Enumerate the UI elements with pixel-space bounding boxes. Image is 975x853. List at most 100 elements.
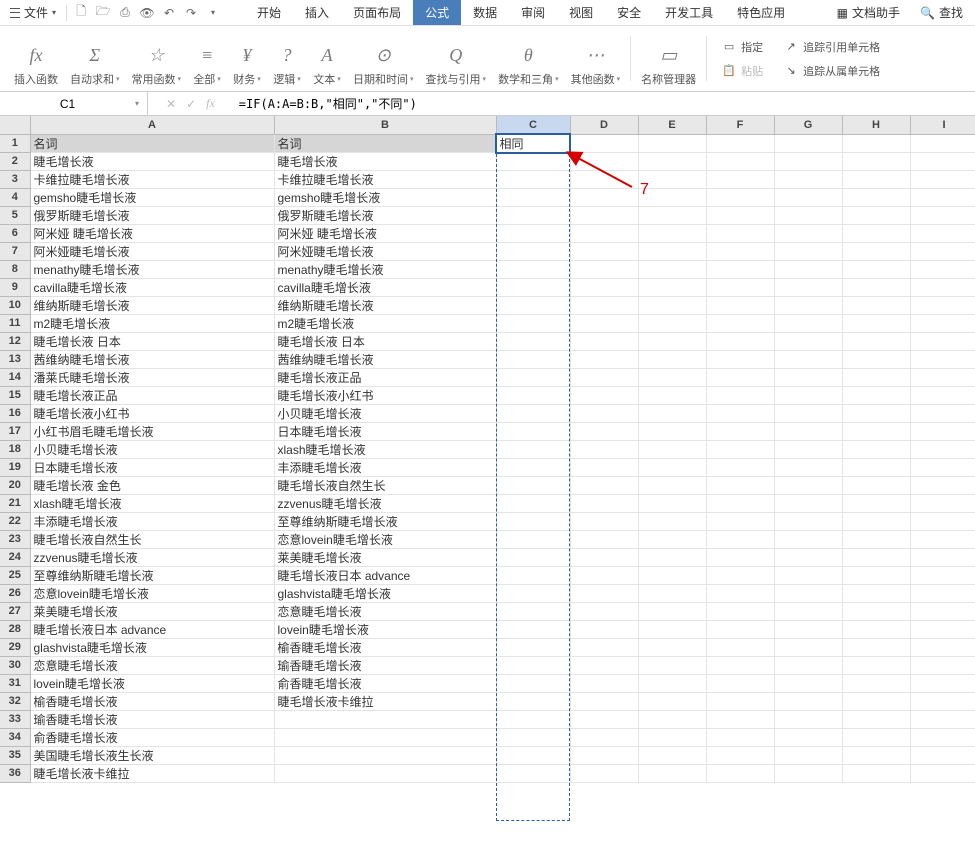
cell-F3[interactable] bbox=[706, 170, 774, 188]
cell-B24[interactable]: 莱美睫毛增长液 bbox=[274, 548, 496, 566]
cell-A22[interactable]: 丰添睫毛增长液 bbox=[30, 512, 274, 530]
cell-G11[interactable] bbox=[774, 314, 842, 332]
cell-A12[interactable]: 睫毛增长液 日本 bbox=[30, 332, 274, 350]
cell-B35[interactable] bbox=[274, 746, 496, 764]
cell-E10[interactable] bbox=[638, 296, 706, 314]
cell-I27[interactable] bbox=[910, 602, 975, 620]
name-box[interactable]: ▾ bbox=[0, 92, 148, 115]
cell-H8[interactable] bbox=[842, 260, 910, 278]
cell-A32[interactable]: 榆香睫毛增长液 bbox=[30, 692, 274, 710]
tab-3[interactable]: 公式 bbox=[413, 0, 461, 25]
cell-C4[interactable] bbox=[496, 188, 570, 206]
cell-G8[interactable] bbox=[774, 260, 842, 278]
cell-D22[interactable] bbox=[570, 512, 638, 530]
cell-I6[interactable] bbox=[910, 224, 975, 242]
cell-C32[interactable] bbox=[496, 692, 570, 710]
cell-G9[interactable] bbox=[774, 278, 842, 296]
row-header-6[interactable]: 6 bbox=[0, 224, 30, 242]
cell-H16[interactable] bbox=[842, 404, 910, 422]
cell-D13[interactable] bbox=[570, 350, 638, 368]
formula-input[interactable] bbox=[233, 97, 975, 111]
cell-I25[interactable] bbox=[910, 566, 975, 584]
cell-D23[interactable] bbox=[570, 530, 638, 548]
cell-B3[interactable]: 卡维拉睫毛增长液 bbox=[274, 170, 496, 188]
cell-A9[interactable]: cavilla睫毛增长液 bbox=[30, 278, 274, 296]
cell-E33[interactable] bbox=[638, 710, 706, 728]
cell-G20[interactable] bbox=[774, 476, 842, 494]
cell-C12[interactable] bbox=[496, 332, 570, 350]
tab-5[interactable]: 审阅 bbox=[509, 0, 557, 25]
qat-undo-icon[interactable]: ↶ bbox=[159, 3, 179, 23]
cell-H3[interactable] bbox=[842, 170, 910, 188]
cell-A35[interactable]: 美国睫毛增长液生长液 bbox=[30, 746, 274, 764]
cell-B32[interactable]: 睫毛增长液卡维拉 bbox=[274, 692, 496, 710]
cell-H24[interactable] bbox=[842, 548, 910, 566]
cell-I19[interactable] bbox=[910, 458, 975, 476]
name-box-caret-icon[interactable]: ▾ bbox=[131, 99, 143, 108]
row-header-34[interactable]: 34 bbox=[0, 728, 30, 746]
row-header-12[interactable]: 12 bbox=[0, 332, 30, 350]
row-header-24[interactable]: 24 bbox=[0, 548, 30, 566]
cell-C25[interactable] bbox=[496, 566, 570, 584]
cell-G13[interactable] bbox=[774, 350, 842, 368]
cell-E8[interactable] bbox=[638, 260, 706, 278]
cell-F19[interactable] bbox=[706, 458, 774, 476]
cell-C16[interactable] bbox=[496, 404, 570, 422]
row-header-13[interactable]: 13 bbox=[0, 350, 30, 368]
cell-A7[interactable]: 阿米娅睫毛增长液 bbox=[30, 242, 274, 260]
cell-B13[interactable]: 茜维纳睫毛增长液 bbox=[274, 350, 496, 368]
cell-G27[interactable] bbox=[774, 602, 842, 620]
cell-D30[interactable] bbox=[570, 656, 638, 674]
cell-G26[interactable] bbox=[774, 584, 842, 602]
cell-B18[interactable]: xlash睫毛增长液 bbox=[274, 440, 496, 458]
cell-I7[interactable] bbox=[910, 242, 975, 260]
cell-D29[interactable] bbox=[570, 638, 638, 656]
cell-C18[interactable] bbox=[496, 440, 570, 458]
row-header-14[interactable]: 14 bbox=[0, 368, 30, 386]
cell-D3[interactable] bbox=[570, 170, 638, 188]
col-header-E[interactable]: E bbox=[638, 116, 706, 134]
cell-I15[interactable] bbox=[910, 386, 975, 404]
cell-D7[interactable] bbox=[570, 242, 638, 260]
row-header-10[interactable]: 10 bbox=[0, 296, 30, 314]
cell-A30[interactable]: 恋意睫毛增长液 bbox=[30, 656, 274, 674]
cell-C14[interactable] bbox=[496, 368, 570, 386]
cell-H32[interactable] bbox=[842, 692, 910, 710]
row-header-16[interactable]: 16 bbox=[0, 404, 30, 422]
cell-D10[interactable] bbox=[570, 296, 638, 314]
cell-G36[interactable] bbox=[774, 764, 842, 782]
col-header-F[interactable]: F bbox=[706, 116, 774, 134]
cell-E29[interactable] bbox=[638, 638, 706, 656]
cell-H35[interactable] bbox=[842, 746, 910, 764]
cell-B25[interactable]: 睫毛增长液日本 advance bbox=[274, 566, 496, 584]
cell-H22[interactable] bbox=[842, 512, 910, 530]
cell-E23[interactable] bbox=[638, 530, 706, 548]
cell-F31[interactable] bbox=[706, 674, 774, 692]
row-header-29[interactable]: 29 bbox=[0, 638, 30, 656]
cell-A31[interactable]: lovein睫毛增长液 bbox=[30, 674, 274, 692]
cell-E1[interactable] bbox=[638, 134, 706, 152]
cell-H31[interactable] bbox=[842, 674, 910, 692]
cell-H13[interactable] bbox=[842, 350, 910, 368]
cell-E34[interactable] bbox=[638, 728, 706, 746]
cell-G25[interactable] bbox=[774, 566, 842, 584]
cell-B1[interactable]: 名词 bbox=[274, 134, 496, 152]
cell-F34[interactable] bbox=[706, 728, 774, 746]
cell-F20[interactable] bbox=[706, 476, 774, 494]
row-header-20[interactable]: 20 bbox=[0, 476, 30, 494]
cell-D24[interactable] bbox=[570, 548, 638, 566]
cell-C3[interactable] bbox=[496, 170, 570, 188]
cell-I26[interactable] bbox=[910, 584, 975, 602]
cell-D8[interactable] bbox=[570, 260, 638, 278]
cell-A15[interactable]: 睫毛增长液正品 bbox=[30, 386, 274, 404]
cell-C9[interactable] bbox=[496, 278, 570, 296]
cell-F11[interactable] bbox=[706, 314, 774, 332]
cell-C15[interactable] bbox=[496, 386, 570, 404]
cell-F26[interactable] bbox=[706, 584, 774, 602]
cell-E11[interactable] bbox=[638, 314, 706, 332]
cell-G19[interactable] bbox=[774, 458, 842, 476]
tab-4[interactable]: 数据 bbox=[461, 0, 509, 25]
cell-B26[interactable]: glashvista睫毛增长液 bbox=[274, 584, 496, 602]
cell-C13[interactable] bbox=[496, 350, 570, 368]
cell-A13[interactable]: 茜维纳睫毛增长液 bbox=[30, 350, 274, 368]
